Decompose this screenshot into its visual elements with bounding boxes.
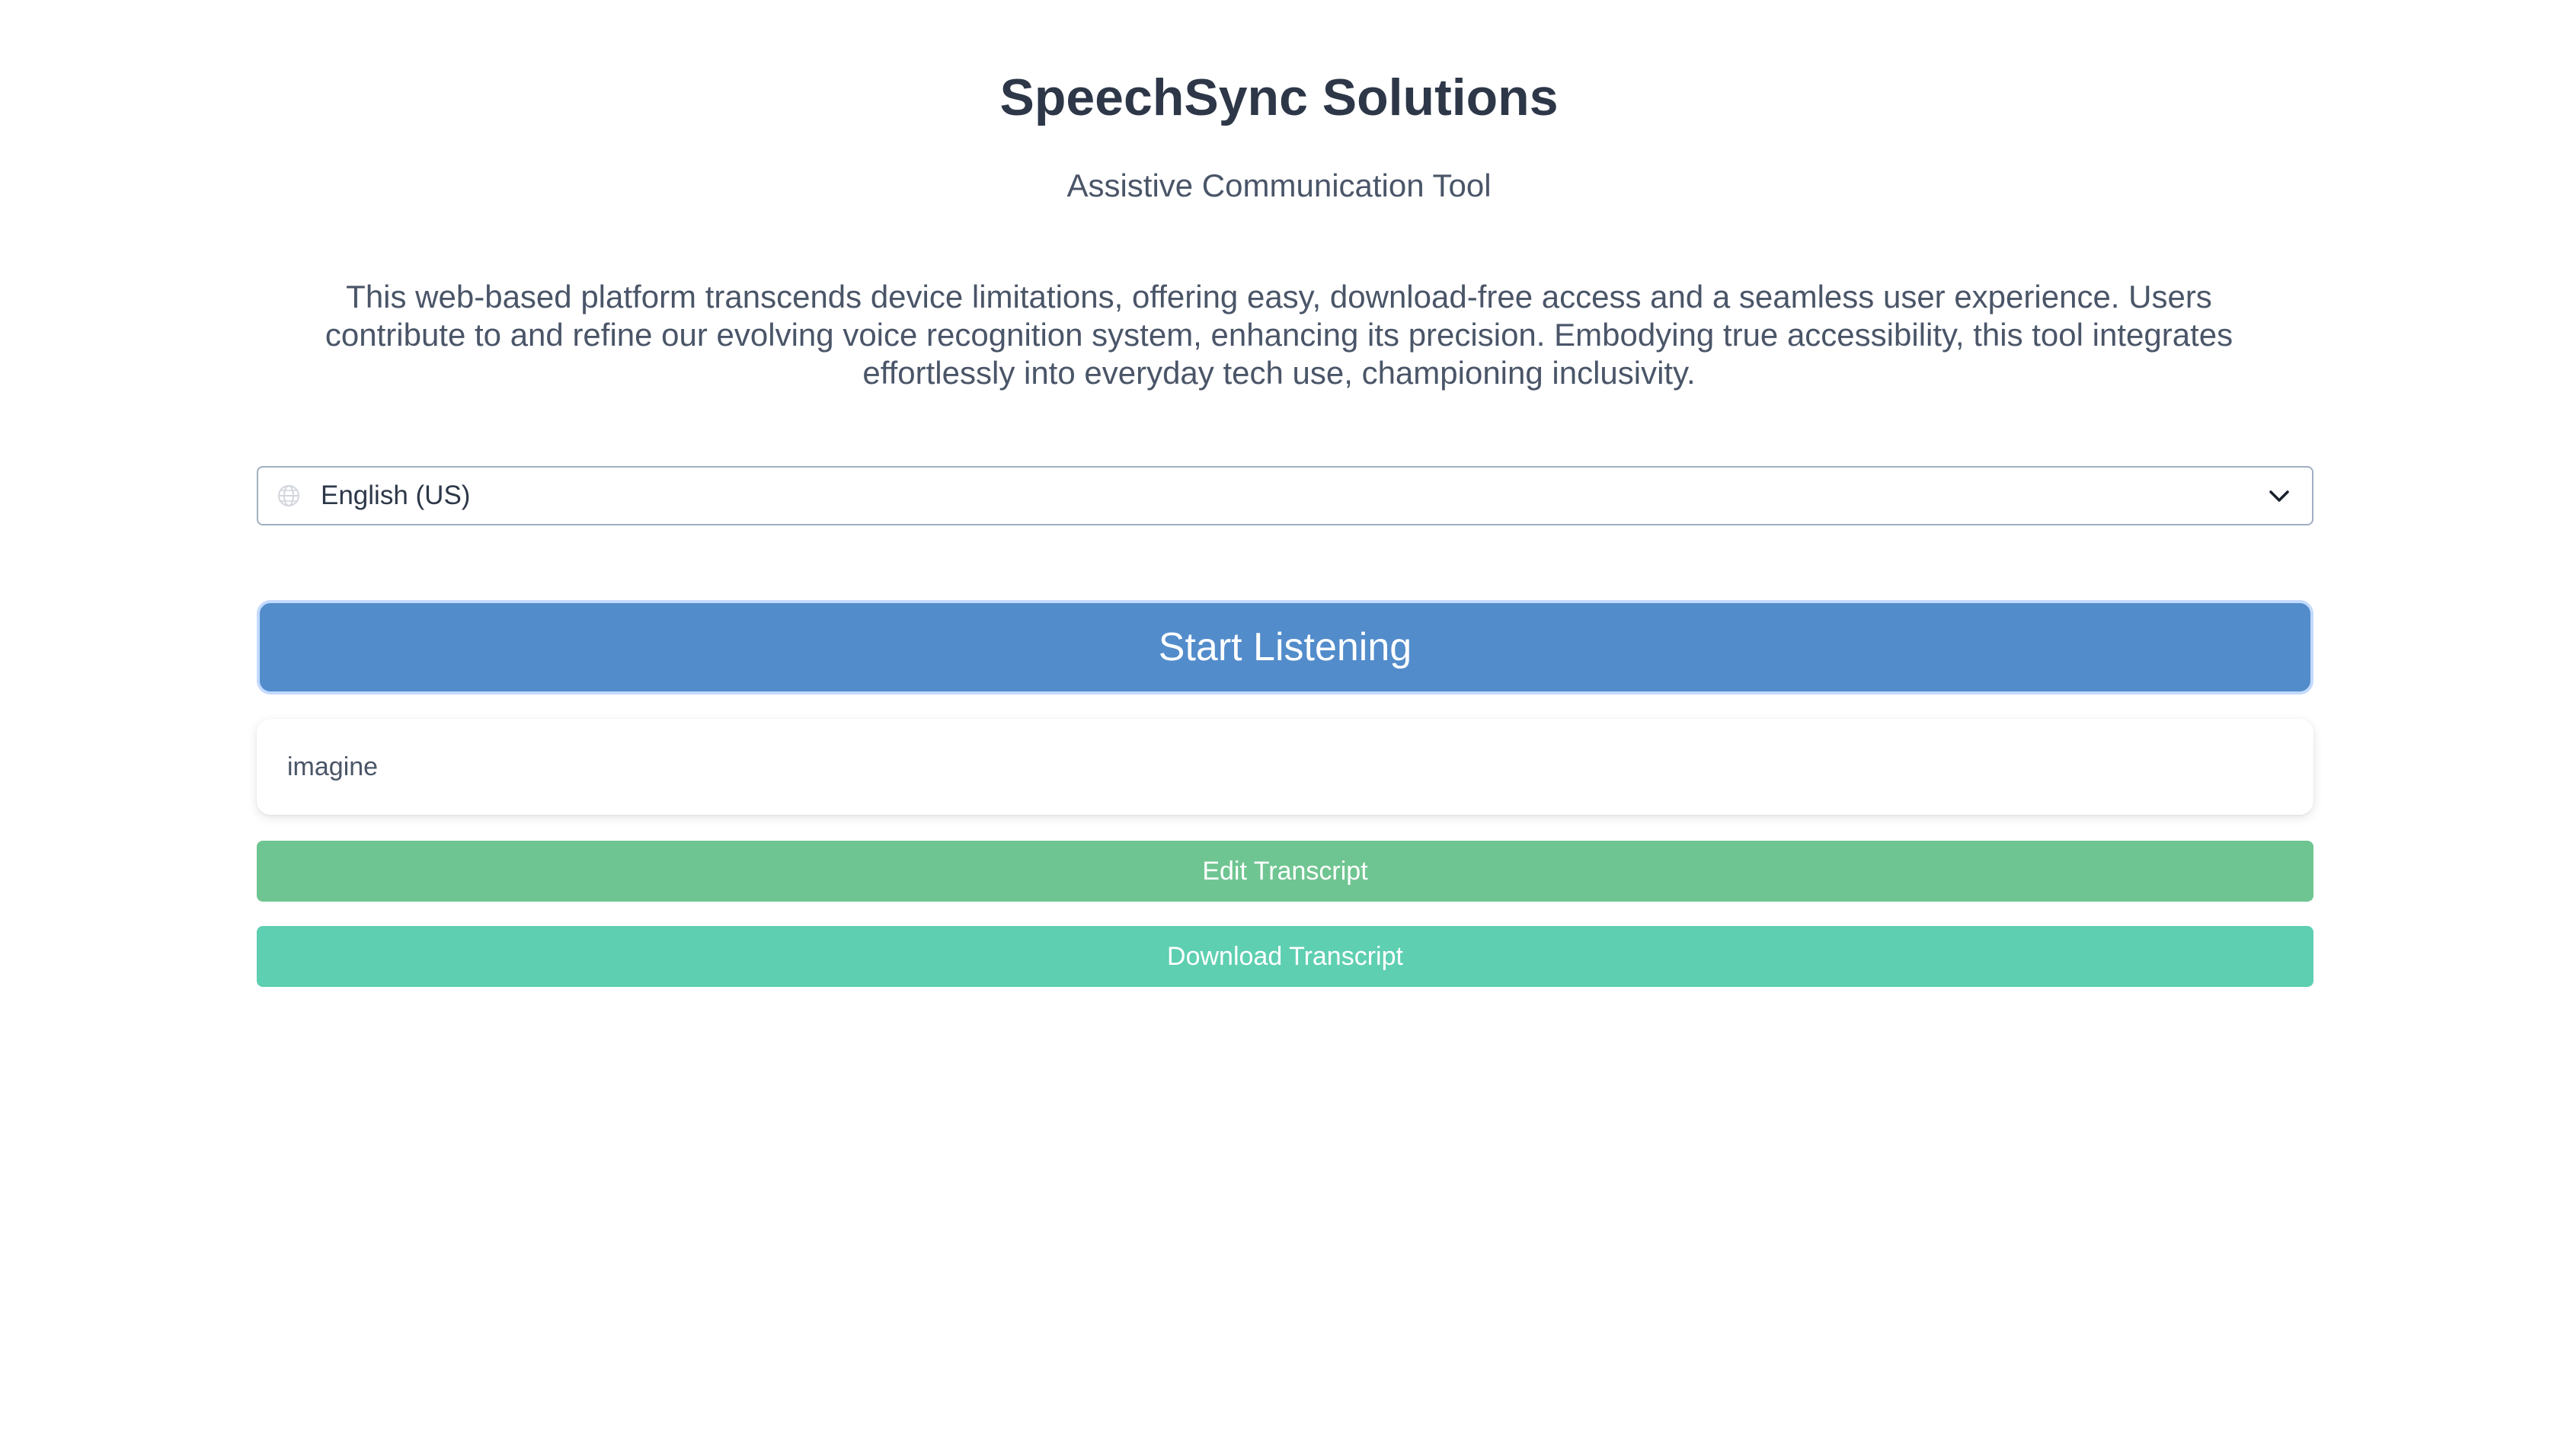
page-title: SpeechSync Solutions xyxy=(999,69,1559,126)
language-select[interactable]: English (US) xyxy=(257,466,2313,525)
globe-icon xyxy=(278,485,299,506)
description-text: This web-based platform transcends devic… xyxy=(325,279,2233,391)
transcript-output: imagine xyxy=(257,719,2313,815)
transcript-text: imagine xyxy=(287,752,379,781)
app-page: SpeechSync Solutions Assistive Communica… xyxy=(0,0,2558,1456)
language-selected-value: English (US) xyxy=(321,481,471,510)
page-subtitle: Assistive Communication Tool xyxy=(1066,168,1492,203)
chevron-down-icon xyxy=(2269,490,2289,502)
edit-transcript-button[interactable]: Edit Transcript xyxy=(257,841,2313,902)
start-listening-button[interactable]: Start Listening xyxy=(257,600,2313,694)
download-transcript-button[interactable]: Download Transcript xyxy=(257,926,2313,987)
